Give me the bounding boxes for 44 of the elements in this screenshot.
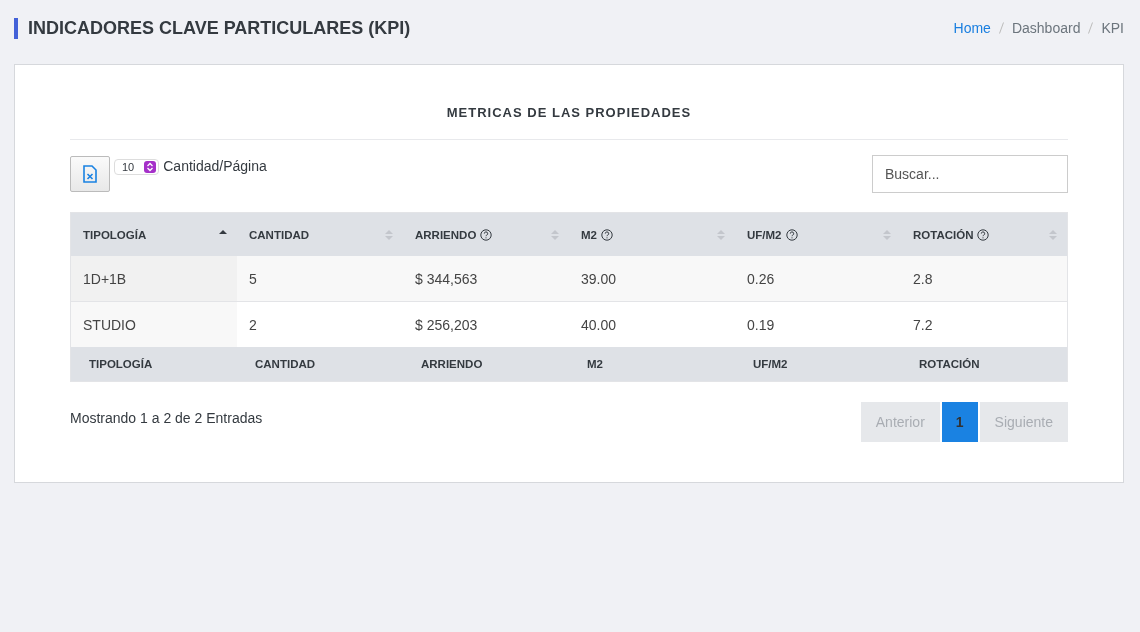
table-cell-text: 7.2 [912, 315, 934, 335]
table-cell-text: 39.00 [580, 269, 618, 289]
footer-label: ARRIENDO [420, 357, 484, 372]
table-cell-text: 2 [248, 315, 258, 335]
table-cell: 1D+1B [71, 256, 237, 301]
table-cell-text: 5 [248, 269, 258, 289]
footer-label: ROTACIÓN [918, 357, 981, 372]
page-size-label: Cantidad/Página [163, 158, 267, 174]
breadcrumb-item: Dashboard [1011, 20, 1081, 36]
column-header[interactable]: UF/M2 [735, 213, 901, 256]
column-header[interactable]: TIPOLOGÍA [71, 213, 237, 256]
table-cell-text: 40.00 [580, 315, 618, 335]
entries-info: Mostrando 1 a 2 de 2 Entradas [70, 410, 263, 428]
footer-label: CANTIDAD [254, 357, 317, 372]
footer-label: M2 [586, 357, 604, 372]
search-field[interactable]: Buscar... [872, 155, 1068, 193]
column-header[interactable]: ARRIENDO [403, 213, 569, 256]
card-title: METRICAS DE LAS PROPIEDADES [70, 105, 1068, 140]
footer-label: TIPOLOGÍA [88, 357, 154, 372]
stepper-icon [144, 161, 157, 173]
page-size-select[interactable]: 10 [114, 159, 160, 175]
separator-icon [1088, 22, 1094, 34]
column-label: UF/M2 [747, 228, 782, 241]
table-cell-text: $ 256,203 [414, 315, 479, 335]
column-label: M2 [581, 228, 597, 241]
column-label: TIPOLOGÍA [83, 228, 147, 241]
footer-label: UF/M2 [752, 357, 789, 372]
breadcrumb-item[interactable]: Home [953, 20, 991, 36]
column-label: ROTACIÓN [913, 228, 974, 241]
page-title: INDICADORES CLAVE PARTICULARES (KPI) [14, 17, 411, 39]
excel-export-button[interactable] [70, 156, 110, 192]
column-header[interactable]: ROTACIÓN [901, 213, 1067, 256]
column-label: ARRIENDO [415, 228, 477, 241]
column-label: CANTIDAD [249, 228, 310, 241]
separator-icon [998, 22, 1004, 34]
table-cell-text: 0.19 [746, 315, 776, 335]
breadcrumb-item: KPI [1101, 20, 1124, 36]
table-cell-text: 0.26 [746, 269, 776, 289]
table-cell: STUDIO [71, 302, 237, 347]
table-cell-text: $ 344,563 [414, 269, 479, 289]
column-header[interactable]: CANTIDAD [237, 213, 403, 256]
column-header[interactable]: M2 [569, 213, 735, 256]
table-cell-text: 2.8 [912, 269, 934, 289]
spreadsheet-file-icon [83, 165, 97, 183]
